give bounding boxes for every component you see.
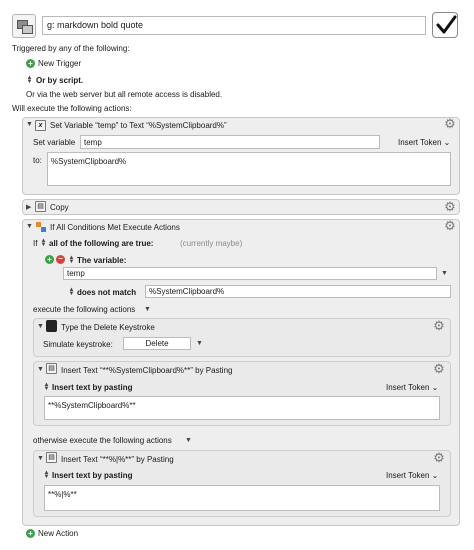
disclosure-triangle-icon[interactable]: ▼ (37, 366, 44, 373)
copy-title: Copy (50, 203, 69, 212)
actions-heading: Will execute the following actions: (12, 104, 132, 113)
keyboard-key-icon (46, 320, 57, 332)
clipboard-icon: ▤ (46, 363, 57, 374)
macro-enabled-checkbox[interactable] (432, 12, 458, 38)
add-condition-icon[interactable]: + (45, 255, 54, 264)
if-title: If All Conditions Met Execute Actions (50, 223, 180, 232)
add-action-icon[interactable]: + (26, 529, 35, 538)
gear-icon[interactable]: ⚙ (433, 319, 445, 332)
chevron-down-icon[interactable]: ▼ (196, 340, 203, 347)
all-conditions-selector[interactable]: all of the following are true: (49, 239, 153, 248)
gear-icon[interactable]: ⚙ (433, 362, 445, 375)
variable-value-textarea[interactable]: %SystemClipboard% (47, 152, 451, 186)
condition-operator-selector[interactable]: does not match (77, 288, 136, 297)
chevron-down-icon: ⌄ (443, 138, 451, 147)
or-by-script-label[interactable]: Or by script. (36, 76, 83, 85)
disclosure-triangle-icon[interactable]: ▼ (26, 121, 33, 128)
condition-type-selector[interactable]: The variable: (77, 256, 126, 265)
chevron-updown-icon[interactable]: ▲ ▼ (68, 287, 75, 297)
copy-action[interactable] (22, 199, 460, 215)
macro-icon[interactable] (12, 14, 36, 38)
insert-mode-selector[interactable]: Insert text by pasting (52, 471, 132, 480)
condition-variable-field[interactable]: temp (63, 267, 437, 280)
gear-icon[interactable]: ⚙ (433, 451, 445, 464)
chevron-updown-icon[interactable]: ▲ ▼ (43, 382, 50, 392)
simulate-keystroke-label: Simulate keystroke: (43, 340, 113, 349)
disclosure-triangle-icon[interactable]: ▶ (26, 203, 31, 211)
macro-name-field[interactable]: g: markdown bold quote (42, 16, 426, 35)
chevron-down-icon: ⌄ (431, 471, 439, 480)
checkmark-icon (436, 15, 457, 34)
triggers-heading: Triggered by any of the following: (12, 44, 130, 53)
insert-token-menu[interactable]: Insert Token ⌄ (386, 471, 438, 480)
insert-text-title: Insert Text “**%SystemClipboard%**” by P… (61, 366, 233, 375)
remove-condition-icon[interactable]: − (56, 255, 65, 264)
variable-name-field[interactable]: temp (80, 135, 380, 149)
chevron-down-icon[interactable]: ▼ (441, 270, 448, 277)
gear-icon[interactable]: ⚙ (444, 117, 456, 130)
gear-icon[interactable]: ⚙ (444, 219, 456, 232)
clipboard-icon: ▤ (35, 201, 46, 212)
insert-text-textarea[interactable]: **%|%** (44, 485, 440, 511)
disclosure-triangle-icon[interactable]: ▼ (26, 223, 33, 230)
insert-text-title: Insert Text “**%|%**” by Pasting (61, 455, 174, 464)
gear-icon[interactable]: ⚙ (444, 200, 456, 213)
if-label: If (33, 239, 38, 248)
add-trigger-icon[interactable]: + (26, 59, 35, 68)
chevron-down-icon: ⌄ (431, 383, 439, 392)
set-variable-title: Set Variable “temp” to Text “%SystemClip… (50, 121, 227, 130)
set-variable-label: Set variable (33, 138, 76, 147)
chevron-updown-icon[interactable]: ▲ ▼ (40, 238, 47, 248)
chevron-updown-icon[interactable]: ▲ ▼ (26, 75, 33, 85)
disclosure-triangle-icon[interactable]: ▼ (37, 323, 44, 330)
keystroke-title: Type the Delete Keystroke (61, 323, 155, 332)
chevron-down-icon[interactable]: ▼ (185, 437, 192, 444)
condition-operand-field[interactable]: %SystemClipboard% (145, 285, 451, 298)
insert-token-menu[interactable]: Insert Token ⌄ (398, 138, 450, 147)
keystroke-field[interactable]: Delete (123, 337, 191, 350)
insert-mode-selector[interactable]: Insert text by pasting (52, 383, 132, 392)
chevron-down-icon[interactable]: ▼ (144, 306, 151, 313)
insert-text-textarea[interactable]: **%SystemClipboard%** (44, 396, 440, 420)
insert-token-menu[interactable]: Insert Token ⌄ (386, 383, 438, 392)
currently-status: (currently maybe) (180, 239, 243, 248)
execute-label: execute the following actions (33, 305, 136, 314)
chevron-updown-icon[interactable]: ▲ ▼ (43, 470, 50, 480)
new-action-button[interactable]: New Action (38, 529, 78, 538)
disclosure-triangle-icon[interactable]: ▼ (37, 455, 44, 462)
if-branch-icon (35, 221, 47, 233)
web-server-note: Or via the web server but all remote acc… (26, 90, 223, 99)
otherwise-label: otherwise execute the following actions (33, 436, 172, 445)
to-label: to: (33, 156, 42, 165)
new-trigger-button[interactable]: New Trigger (38, 59, 81, 68)
clipboard-icon: ▤ (46, 452, 57, 463)
variable-x-icon: x (35, 120, 46, 131)
chevron-updown-icon[interactable]: ▲ ▼ (68, 255, 75, 265)
